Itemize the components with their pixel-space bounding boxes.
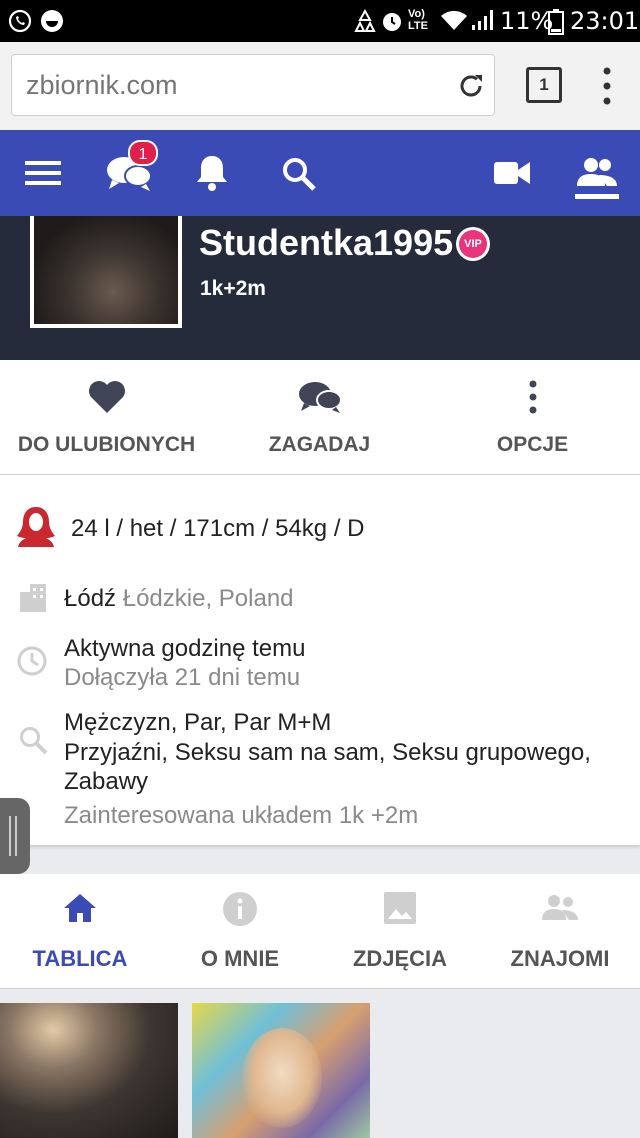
profile-counts: 1k+2m — [200, 277, 266, 300]
looking-for: Mężczyzn, Par, Par M+M — [64, 709, 332, 736]
url-bar[interactable]: zbiornik.com — [11, 54, 495, 116]
info-icon — [223, 892, 257, 926]
video-camera-icon[interactable] — [494, 160, 530, 186]
status-bar: Vo) LTE 11% 23:01 — [0, 0, 640, 42]
home-icon — [64, 894, 96, 922]
notifications-bell-icon[interactable] — [196, 154, 228, 192]
wall-photo-thumbnail[interactable] — [0, 1003, 178, 1138]
image-icon — [384, 892, 416, 924]
tab-about-label: O MNIE — [200, 946, 280, 971]
options-label: OPCJE — [496, 433, 569, 456]
tab-wall[interactable]: TABLICA — [0, 874, 160, 988]
vip-badge: VIP — [456, 227, 490, 261]
heart-icon — [89, 381, 125, 413]
clock: 23:01 — [570, 7, 640, 35]
profile-actions: DO ULUBIONYCH ZAGADAJ OPCJE — [0, 360, 640, 475]
last-active: Aktywna godzinę temu — [64, 635, 306, 662]
side-drawer-handle[interactable] — [0, 798, 30, 874]
browser-toolbar: zbiornik.com 1 — [0, 42, 640, 130]
profile-info-card: 24 l / het / 171cm / 54kg / D Łódź Łódzk… — [0, 475, 640, 845]
profile-tabs: TABLICA O MNIE ZDJĘCIA ZNAJOMI — [0, 874, 640, 989]
wifi-icon — [441, 10, 467, 30]
friends-nav-icon[interactable] — [575, 156, 619, 202]
recycle-icon — [354, 9, 376, 32]
chat-label: ZAGADAJ — [268, 433, 371, 456]
clock-icon — [17, 646, 47, 676]
wall-photo-thumbnail[interactable] — [192, 1003, 370, 1138]
more-vertical-icon — [529, 380, 537, 414]
tab-photos[interactable]: ZDJĘCIA — [320, 874, 480, 988]
smiley-icon — [41, 10, 63, 32]
tab-friends-label: ZNAJOMI — [510, 946, 610, 971]
interests: Przyjaźni, Seksu sam na sam, Seksu grupo… — [64, 739, 591, 795]
profile-stats: 24 l / het / 171cm / 54kg / D — [71, 515, 365, 542]
female-avatar-icon — [17, 507, 55, 547]
top-nav: 1 — [0, 130, 640, 216]
tab-wall-label: TABLICA — [32, 946, 128, 971]
tab-switcher-button[interactable]: 1 — [526, 67, 562, 103]
location-city: Łódź — [64, 585, 117, 612]
location: Łódź Łódzkie, Poland — [64, 585, 294, 613]
portrait-face — [242, 1028, 322, 1128]
add-to-favorites-button[interactable]: DO ULUBIONYCH — [0, 360, 213, 474]
profile-photo[interactable] — [30, 216, 182, 328]
vip-label: VIP — [459, 230, 487, 258]
tab-photos-label: ZDJĘCIA — [352, 946, 448, 971]
building-icon — [20, 584, 46, 612]
whatsapp-icon — [8, 9, 32, 33]
chat-icon — [299, 382, 342, 413]
search-icon[interactable] — [281, 156, 317, 192]
battery-percent: 11% — [500, 7, 554, 35]
alarm-icon — [383, 13, 401, 31]
tab-friends[interactable]: ZNAJOMI — [480, 874, 640, 988]
volte-indicator: Vo) LTE — [408, 8, 428, 32]
location-region: Łódzkie, Poland — [122, 585, 294, 612]
reload-icon[interactable] — [456, 71, 486, 101]
hamburger-menu-icon[interactable] — [25, 160, 61, 186]
friends-icon — [542, 895, 578, 920]
options-button[interactable]: OPCJE — [426, 360, 640, 474]
signal-icon — [472, 10, 493, 30]
looking-for-search-icon — [20, 727, 48, 755]
profile-username: Studentka1995 — [199, 222, 454, 263]
url-text[interactable]: zbiornik.com — [26, 70, 178, 101]
battery-icon — [548, 9, 564, 35]
messages-badge: 1 — [128, 140, 158, 166]
tab-about[interactable]: O MNIE — [160, 874, 320, 988]
favorites-label: DO ULUBIONYCH — [17, 433, 196, 456]
joined-date: Dołączyła 21 dni temu — [64, 664, 301, 691]
menu-dots-icon[interactable] — [598, 66, 616, 106]
arrangement: Zainteresowana układem 1k +2m — [64, 802, 419, 829]
chat-button[interactable]: ZAGADAJ — [213, 360, 426, 474]
